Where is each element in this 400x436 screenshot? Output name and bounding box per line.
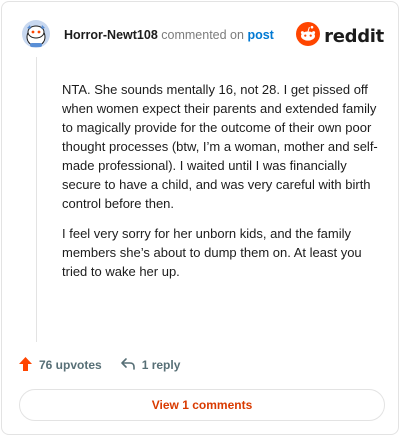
- reddit-brand[interactable]: reddit: [296, 22, 384, 51]
- comment-header: Horror-Newt108 commented on post reddit: [21, 19, 384, 53]
- reddit-logo-icon: [296, 22, 321, 51]
- view-comments-button[interactable]: View 1 comments: [19, 389, 385, 421]
- action-text: commented on: [161, 28, 244, 42]
- comment-paragraph: NTA. She sounds mentally 16, not 28. I g…: [62, 82, 378, 211]
- snoo-avatar-icon[interactable]: [21, 19, 51, 49]
- comment-body: NTA. She sounds mentally 16, not 28. I g…: [62, 80, 386, 292]
- post-link[interactable]: post: [247, 28, 273, 42]
- reply-count: 1 reply: [141, 358, 181, 372]
- comment-paragraph: I feel very sorry for her unborn kids, a…: [62, 226, 362, 279]
- thread-line[interactable]: [36, 57, 37, 342]
- upvote-count: 76 upvotes: [39, 358, 102, 372]
- reddit-wordmark: reddit: [324, 26, 384, 47]
- reply-arrow-icon: [120, 357, 142, 374]
- upvote-arrow-icon: [18, 356, 39, 375]
- upvote-button[interactable]: 76 upvotes: [18, 356, 102, 375]
- comment-actions: 76 upvotes 1 reply: [18, 356, 198, 374]
- username-link[interactable]: Horror-Newt108: [64, 28, 158, 42]
- reply-button[interactable]: 1 reply: [120, 357, 181, 374]
- comment-meta: Horror-Newt108 commented on post: [64, 28, 274, 42]
- comment-card: Horror-Newt108 commented on post reddit: [1, 1, 399, 435]
